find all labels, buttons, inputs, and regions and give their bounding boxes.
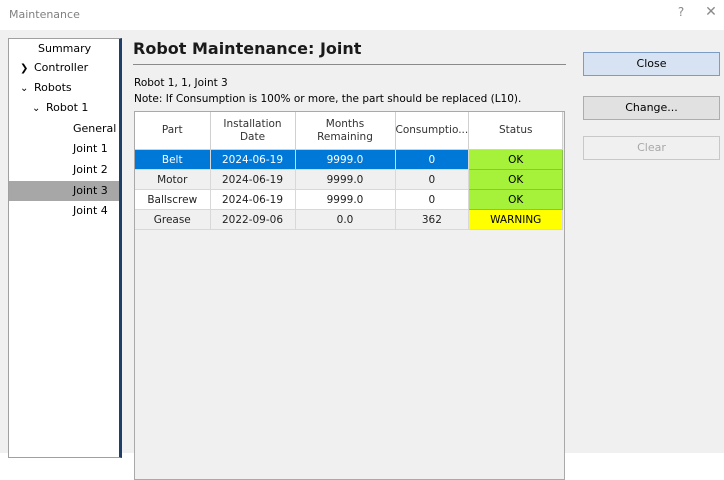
chevron-down-icon[interactable]: ⌄ (9, 79, 34, 99)
cell-consumption: 362 (395, 209, 470, 230)
tree-item-robot-1[interactable]: ⌄ Robot 1 (9, 98, 119, 118)
page-title: Robot Maintenance: Joint (133, 39, 362, 58)
column-header-part[interactable]: Part (135, 112, 211, 150)
tree-item-joint-3[interactable]: Joint 3 (9, 181, 119, 201)
close-button[interactable]: Close (583, 52, 720, 76)
cell-months: 0.0 (295, 209, 396, 230)
clear-button[interactable]: Clear (583, 136, 720, 160)
navigation-tree[interactable]: Summary ❯ Controller ⌄ Robots ⌄ Robot 1 Gen… (8, 38, 122, 458)
table-row[interactable]: Ballscrew 2024-06-19 9999.0 0 OK (135, 189, 564, 210)
column-header-status[interactable]: Status (468, 112, 564, 150)
cell-part: Motor (135, 169, 211, 190)
table-row[interactable]: Motor 2024-06-19 9999.0 0 OK (135, 169, 564, 190)
tree-item-general[interactable]: General (9, 119, 119, 139)
window-title: Maintenance (9, 8, 80, 21)
status-badge: WARNING (468, 209, 564, 230)
status-badge: OK (468, 149, 564, 170)
help-button[interactable]: ? (673, 5, 689, 23)
tree-item-joint-4[interactable]: Joint 4 (9, 201, 119, 221)
change-button[interactable]: Change... (583, 96, 720, 120)
column-header-months-remaining[interactable]: Months Remaining (295, 112, 396, 150)
robot-joint-label: Robot 1, 1, Joint 3 (134, 77, 228, 89)
cell-date: 2024-06-19 (210, 149, 296, 170)
cell-date: 2024-06-19 (210, 189, 296, 210)
close-window-icon[interactable]: ✕ (703, 4, 719, 22)
tree-item-controller[interactable]: ❯ Controller (9, 58, 119, 78)
cell-date: 2024-06-19 (210, 169, 296, 190)
column-header-consumption[interactable]: Consumptio... (395, 112, 470, 150)
cell-part: Belt (135, 149, 211, 170)
table-header-row: Part Installation Date Months Remaining Co… (135, 112, 564, 150)
title-divider (133, 64, 566, 65)
chevron-down-icon[interactable]: ⌄ (9, 99, 46, 119)
dialog-client-area: Summary ❯ Controller ⌄ Robots ⌄ Robot 1 Gen… (0, 30, 724, 480)
status-badge: OK (468, 169, 564, 190)
tree-item-joint-2[interactable]: Joint 2 (9, 160, 119, 180)
cell-part: Ballscrew (135, 189, 211, 210)
tree-item-robots[interactable]: ⌄ Robots (9, 78, 119, 98)
status-badge: OK (468, 189, 564, 210)
cell-consumption: 0 (395, 189, 470, 210)
chevron-right-icon[interactable]: ❯ (9, 59, 34, 79)
cell-months: 9999.0 (295, 149, 396, 170)
tree-item-joint-1[interactable]: Joint 1 (9, 139, 119, 159)
cell-part: Grease (135, 209, 211, 230)
column-header-installation-date[interactable]: Installation Date (210, 112, 296, 150)
title-bar: Maintenance ? ✕ (0, 0, 724, 30)
cell-months: 9999.0 (295, 189, 396, 210)
maintenance-grid[interactable]: Part Installation Date Months Remaining Co… (134, 111, 565, 480)
cell-months: 9999.0 (295, 169, 396, 190)
replacement-note: Note: If Consumption is 100% or more, th… (134, 93, 522, 105)
table-row[interactable]: Belt 2024-06-19 9999.0 0 OK (135, 149, 564, 170)
tree-item-summary[interactable]: Summary (9, 39, 119, 59)
cell-consumption: 0 (395, 149, 470, 170)
cell-consumption: 0 (395, 169, 470, 190)
table-row[interactable]: Grease 2022-09-06 0.0 362 WARNING (135, 209, 564, 230)
maintenance-table: Part Installation Date Months Remaining Co… (135, 112, 564, 230)
cell-date: 2022-09-06 (210, 209, 296, 230)
